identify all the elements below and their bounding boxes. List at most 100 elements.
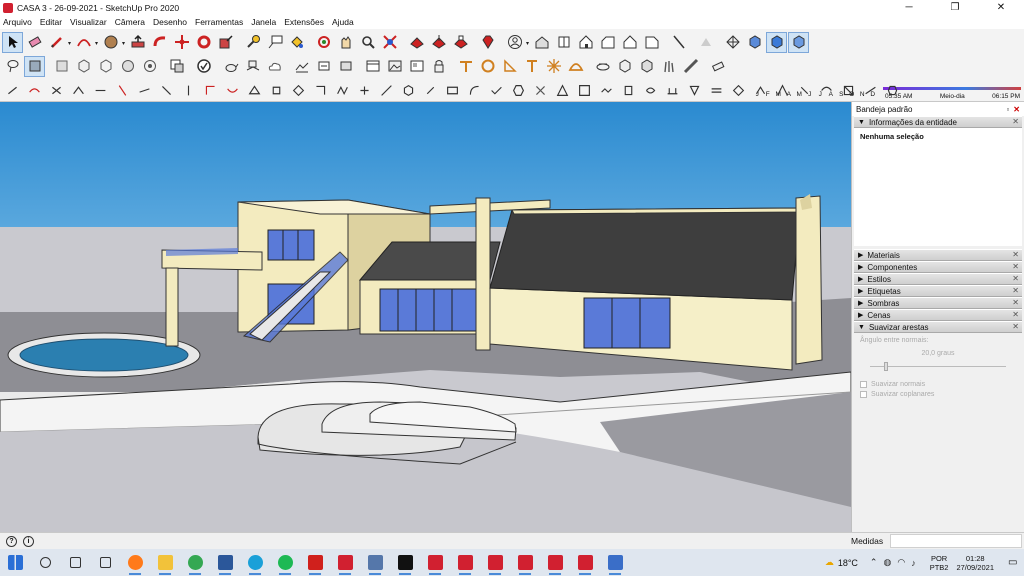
xray-button[interactable]: [744, 32, 765, 53]
extension-tool-33[interactable]: [706, 80, 727, 101]
arc-tool-button[interactable]: ▾: [73, 32, 98, 53]
extension-tool-36[interactable]: [772, 80, 793, 101]
soften-coplanar-checkbox[interactable]: [860, 391, 867, 398]
extension-tool-26[interactable]: [552, 80, 573, 101]
grass-button[interactable]: [658, 56, 679, 77]
measurements-input[interactable]: [890, 534, 1022, 548]
extension-tool-6[interactable]: [112, 80, 133, 101]
lock-button[interactable]: [428, 56, 449, 77]
view-right-button[interactable]: [597, 32, 618, 53]
extension-tool-29[interactable]: [618, 80, 639, 101]
soften-edges-button[interactable]: [707, 56, 728, 77]
extension-tool-10[interactable]: [200, 80, 221, 101]
extension-tool-9[interactable]: [178, 80, 199, 101]
extension-tool-25[interactable]: [530, 80, 551, 101]
menu-janela[interactable]: Janela: [250, 17, 277, 27]
info-icon[interactable]: i: [23, 535, 34, 547]
panel-tags[interactable]: ▶ Etiquetas ✕: [854, 285, 1022, 297]
panel-materials[interactable]: ▶ Materiais ✕: [854, 249, 1022, 261]
teapot-button[interactable]: [220, 56, 241, 77]
view-left-button[interactable]: [641, 32, 662, 53]
taskbar-sketchup-7[interactable]: [570, 549, 600, 576]
extension-tool-27[interactable]: [574, 80, 595, 101]
taskbar-widgets[interactable]: [90, 549, 120, 576]
taskbar-chrome[interactable]: [180, 549, 210, 576]
menu-editar[interactable]: Editar: [39, 17, 63, 27]
follow-me-button[interactable]: [149, 32, 170, 53]
axes-button[interactable]: [722, 32, 743, 53]
taskbar-spotify[interactable]: [270, 549, 300, 576]
view-front-button[interactable]: [575, 32, 596, 53]
textured-button[interactable]: [788, 31, 809, 53]
taskbar-search[interactable]: [30, 549, 60, 576]
tape-measure-button[interactable]: [242, 32, 263, 53]
extension-tool-8[interactable]: [156, 80, 177, 101]
taskbar-database-app[interactable]: [360, 549, 390, 576]
cloud-button[interactable]: [264, 56, 285, 77]
zoom-extents-button[interactable]: [379, 32, 400, 53]
rotate-tool-button[interactable]: [193, 32, 214, 53]
panel-close-icon[interactable]: ✕: [1012, 286, 1019, 295]
taskbar-edge[interactable]: [240, 549, 270, 576]
panel-close-icon[interactable]: ✕: [1012, 298, 1019, 307]
extension-tool-30[interactable]: [640, 80, 661, 101]
zoom-button[interactable]: [357, 32, 378, 53]
solid-intersect-button[interactable]: [139, 56, 160, 77]
extension-tool-28[interactable]: [596, 80, 617, 101]
entity-info-panel-header[interactable]: ▼ Informações da entidade ✕: [854, 116, 1022, 128]
extension-tool-34[interactable]: [728, 80, 749, 101]
close-window-button[interactable]: ✕: [978, 0, 1024, 15]
network-icon[interactable]: ◍: [883, 557, 891, 568]
smooth-normals-row[interactable]: Suavizar normais: [860, 381, 1016, 388]
extension-tool-23[interactable]: [486, 80, 507, 101]
extension-tool-16[interactable]: [332, 80, 353, 101]
panel-styles[interactable]: ▶ Estilos ✕: [854, 273, 1022, 285]
extension-tool-24[interactable]: [508, 80, 529, 101]
outer-shell-button[interactable]: [166, 56, 187, 77]
panel-close-icon[interactable]: ✕: [1012, 322, 1019, 331]
window-tool-button[interactable]: [362, 56, 383, 77]
extension-warehouse-button[interactable]: [450, 32, 471, 53]
extension-tool-37[interactable]: [794, 80, 815, 101]
menu-camera[interactable]: Câmera: [114, 17, 146, 27]
validate-button[interactable]: [193, 56, 214, 77]
pan-button[interactable]: [335, 32, 356, 53]
volume-icon[interactable]: ♪: [911, 558, 916, 568]
panel-close-icon[interactable]: ✕: [1012, 274, 1019, 283]
drape-button[interactable]: [335, 56, 356, 77]
move-tool-button[interactable]: [171, 32, 192, 53]
taskbar-task-view[interactable]: [60, 549, 90, 576]
sandbox-button[interactable]: [242, 56, 263, 77]
ruby-button[interactable]: [477, 32, 498, 53]
line-tool-button[interactable]: ▾: [46, 32, 71, 53]
weather-widget[interactable]: ☁ 18°C: [825, 557, 858, 568]
solid-union-button[interactable]: [117, 56, 138, 77]
3d-viewport[interactable]: [0, 102, 851, 532]
angle-slider[interactable]: [870, 361, 1006, 371]
extension-tool-18[interactable]: [376, 80, 397, 101]
taskbar-notion[interactable]: [390, 549, 420, 576]
view-iso-button[interactable]: [531, 32, 552, 53]
dimension-button[interactable]: [455, 56, 476, 77]
taskbar-sketchup-3[interactable]: [450, 549, 480, 576]
menu-arquivo[interactable]: Arquivo: [2, 17, 33, 27]
walk-button[interactable]: [592, 56, 613, 77]
extension-tool-13[interactable]: [266, 80, 287, 101]
section-plane-button[interactable]: [668, 32, 689, 53]
scale-tool-button[interactable]: [215, 32, 236, 53]
smooth-normals-checkbox[interactable]: [860, 381, 867, 388]
minimize-button[interactable]: ─: [886, 0, 932, 15]
extension-tool-22[interactable]: [464, 80, 485, 101]
image-tool-button[interactable]: [384, 56, 405, 77]
make-component-button[interactable]: [51, 56, 72, 77]
taskbar-layout-app[interactable]: [600, 549, 630, 576]
panel-soften-edges[interactable]: ▼ Suavizar arestas ✕: [854, 321, 1022, 333]
extension-tool-14[interactable]: [288, 80, 309, 101]
share-model-button[interactable]: [428, 32, 449, 53]
extension-tool-39[interactable]: [838, 80, 859, 101]
taskbar-word[interactable]: [210, 549, 240, 576]
menu-extensoes[interactable]: Extensões: [283, 17, 325, 27]
extension-tool-20[interactable]: [420, 80, 441, 101]
panel-close-icon[interactable]: ✕: [1012, 262, 1019, 271]
stamp-button[interactable]: [313, 56, 334, 77]
